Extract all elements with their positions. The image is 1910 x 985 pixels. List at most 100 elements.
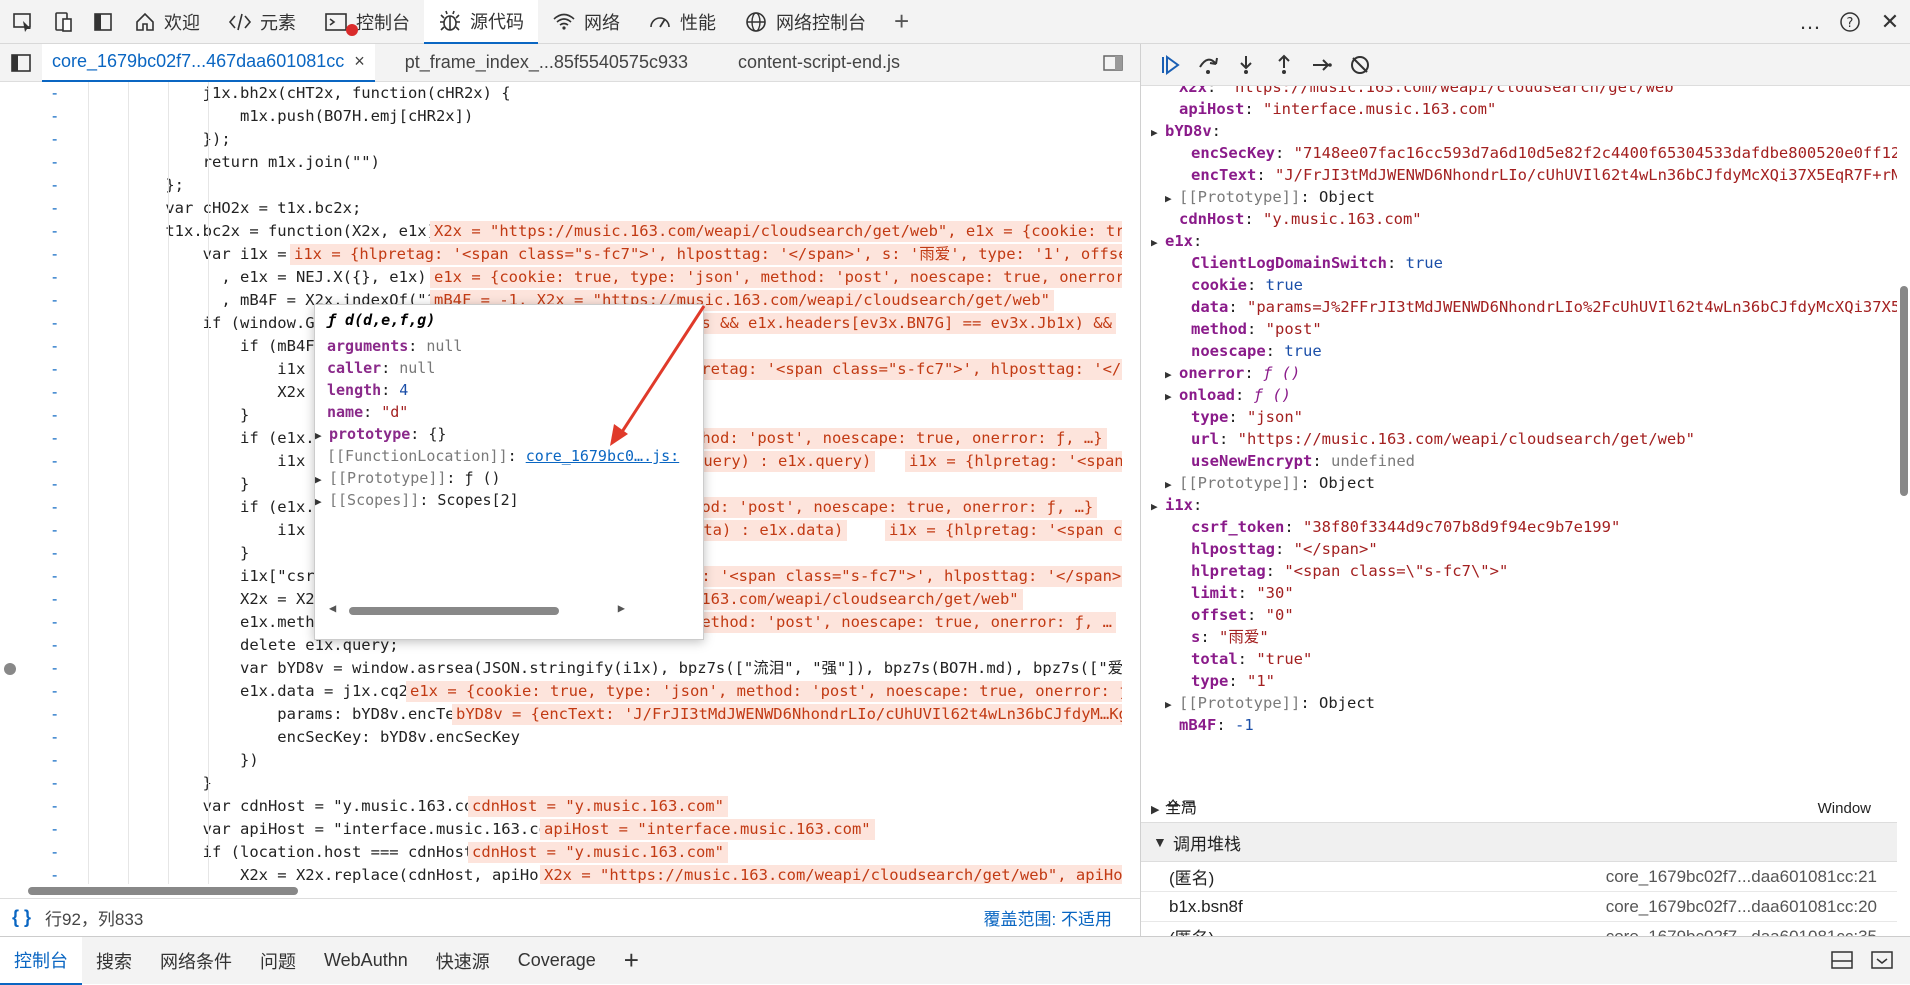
scope-row[interactable]: noescape: true xyxy=(1191,340,1322,362)
line-gutter[interactable]: - xyxy=(50,427,59,450)
scope-row[interactable]: ▶ [[Prototype]]: Object xyxy=(1165,186,1375,208)
expand-icon[interactable]: ▶ xyxy=(1165,188,1179,210)
scope-row[interactable]: hlposttag: "</span>" xyxy=(1191,538,1378,560)
close-icon[interactable]: ✕ xyxy=(1870,2,1910,42)
line-gutter[interactable]: - xyxy=(50,680,59,703)
expand-icon[interactable]: ▶ xyxy=(1165,474,1179,496)
popover-scrollbar[interactable]: ◀ ▶ xyxy=(325,601,695,621)
line-gutter[interactable]: - xyxy=(50,220,59,243)
scope-row[interactable]: encText: "J/FrJI3tMdJWENWD6NhondrLIo/cUh… xyxy=(1191,164,1897,186)
line-gutter[interactable]: - xyxy=(50,335,59,358)
coverage-link[interactable]: 覆盖范围: 不适用 xyxy=(984,905,1112,930)
popover-row[interactable]: ▶ prototype: {} xyxy=(315,423,446,445)
line-gutter[interactable]: - xyxy=(50,611,59,634)
tab-console[interactable]: 控制台 xyxy=(310,0,424,44)
line-gutter[interactable]: - xyxy=(50,795,59,818)
popover-row[interactable]: length: 4 xyxy=(327,379,408,401)
drawer-tab[interactable]: 问题 xyxy=(246,937,310,985)
line-gutter[interactable]: - xyxy=(50,105,59,128)
scope-row[interactable]: url: "https://music.163.com/weapi/clouds… xyxy=(1191,428,1695,450)
drawer-tab[interactable]: 网络条件 xyxy=(146,937,246,985)
line-gutter[interactable]: - xyxy=(50,197,59,220)
scope-row[interactable]: ▶ [[Prototype]]: Object xyxy=(1165,472,1375,494)
step-icon[interactable] xyxy=(1303,46,1341,84)
drawer-tab[interactable]: 快速源 xyxy=(422,937,504,985)
sidebar-scrollbar[interactable] xyxy=(1897,86,1910,936)
vertical-scrollbar[interactable]: ▲ ▼ xyxy=(1122,82,1125,884)
scope-row[interactable]: total: "true" xyxy=(1191,648,1312,670)
popover-row[interactable]: ▶ [[Scopes]]: Scopes[2] xyxy=(315,489,519,511)
deactivate-breakpoints-icon[interactable] xyxy=(1341,46,1379,84)
popover-row[interactable]: arguments: null xyxy=(327,335,462,357)
expand-icon[interactable]: ▶ xyxy=(1151,496,1165,518)
dock-side-icon[interactable] xyxy=(86,5,120,39)
frame-location[interactable]: core_1679bc02f7...daa601081cc:20 xyxy=(1606,897,1877,917)
step-into-icon[interactable] xyxy=(1227,46,1265,84)
scope-row[interactable]: useNewEncrypt: undefined xyxy=(1191,450,1415,472)
scope-row[interactable]: ▶ i1x: xyxy=(1151,494,1212,516)
line-gutter[interactable]: - xyxy=(50,634,59,657)
scope-row[interactable]: s: "雨爱" xyxy=(1191,626,1269,648)
help-icon[interactable]: ? xyxy=(1830,2,1870,42)
line-gutter[interactable]: - xyxy=(50,818,59,841)
dock-icon[interactable] xyxy=(1830,949,1854,976)
device-emulation-icon[interactable] xyxy=(46,5,80,39)
expand-icon[interactable]: ▶ xyxy=(1165,386,1179,408)
line-gutter[interactable]: - xyxy=(50,404,59,427)
scope-row[interactable]: mB4F: -1 xyxy=(1179,714,1254,736)
line-gutter[interactable]: - xyxy=(50,726,59,749)
current-line-marker[interactable] xyxy=(4,663,16,675)
expand-icon[interactable]: ▶ xyxy=(1165,694,1179,716)
scope-row[interactable]: type: "1" xyxy=(1191,670,1275,692)
line-gutter[interactable]: - xyxy=(50,542,59,565)
popover-row[interactable]: name: "d" xyxy=(327,401,408,423)
scope-row[interactable]: offset: "0" xyxy=(1191,604,1294,626)
scope-row[interactable]: cdnHost: "y.music.163.com" xyxy=(1179,208,1422,230)
scope-row[interactable]: csrf_token: "38f80f3344d9c707b8d9f94ec9b… xyxy=(1191,516,1620,538)
scope-row[interactable]: X2x: "https://music.163.com/weapi/clouds… xyxy=(1179,86,1683,98)
scope-row[interactable]: apiHost: "interface.music.163.com" xyxy=(1179,98,1496,120)
step-out-icon[interactable] xyxy=(1265,46,1303,84)
line-gutter[interactable]: - xyxy=(50,473,59,496)
pretty-print-button[interactable]: { } xyxy=(12,907,31,928)
line-gutter[interactable]: - xyxy=(50,381,59,404)
line-gutter[interactable]: - xyxy=(50,519,59,542)
line-gutter[interactable]: - xyxy=(50,749,59,772)
horizontal-scrollbar[interactable] xyxy=(0,884,1125,898)
scope-row[interactable]: ▶ [[Prototype]]: Object xyxy=(1165,692,1375,714)
line-gutter[interactable]: - xyxy=(50,657,59,680)
scope-row[interactable]: limit: "30" xyxy=(1191,582,1294,604)
tab-network[interactable]: 网络 xyxy=(538,0,634,44)
tab-elements[interactable]: 元素 xyxy=(214,0,310,44)
popover-row[interactable]: caller: null xyxy=(327,357,435,379)
call-frame[interactable]: b1x.bsn8f core_1679bc02f7...daa601081cc:2… xyxy=(1141,892,1897,922)
debugger-toggle-icon[interactable] xyxy=(1092,44,1134,82)
drawer-tab[interactable]: WebAuthn xyxy=(310,937,422,985)
inspect-element-icon[interactable] xyxy=(6,5,40,39)
step-over-icon[interactable] xyxy=(1189,46,1227,84)
expand-icon[interactable]: ▶ xyxy=(315,425,329,447)
tab-core-js[interactable]: core_1679bc02f7...467daa601081cc × xyxy=(42,43,375,82)
scope-global[interactable]: ▶ 全局 Window xyxy=(1151,798,1891,820)
close-tab-icon[interactable]: × xyxy=(354,51,365,72)
more-icon[interactable]: … xyxy=(1790,2,1830,42)
navigator-toggle-icon[interactable] xyxy=(0,44,42,82)
scope-row[interactable]: encSecKey: "7148ee07fac16cc593d7a6d10d5e… xyxy=(1191,142,1897,164)
line-gutter[interactable]: - xyxy=(50,128,59,151)
tab-welcome[interactable]: 欢迎 xyxy=(120,0,214,44)
tab-pt-frame-index[interactable]: pt_frame_index_...85f5540575c933 xyxy=(395,44,698,82)
tab-sources[interactable]: 源代码 xyxy=(424,0,538,44)
drawer-tab[interactable]: 控制台 xyxy=(0,936,82,985)
line-gutter[interactable]: - xyxy=(50,289,59,312)
line-gutter[interactable]: - xyxy=(50,496,59,519)
scope-row[interactable]: ▶ bYD8v: xyxy=(1151,120,1230,142)
scope-row[interactable]: ▶ onerror: ƒ () xyxy=(1165,362,1300,384)
tab-network-console[interactable]: 网络控制台 xyxy=(730,0,880,44)
tab-content-script-end[interactable]: content-script-end.js xyxy=(728,44,910,82)
call-stack-header[interactable]: ▼ 调用堆栈 xyxy=(1141,822,1897,862)
line-gutter[interactable]: - xyxy=(50,312,59,335)
scope-tree[interactable]: X2x: "https://music.163.com/weapi/clouds… xyxy=(1141,86,1897,806)
drawer-add-button[interactable]: + xyxy=(610,937,653,985)
collapse-drawer-icon[interactable] xyxy=(1870,949,1894,976)
line-gutter[interactable]: - xyxy=(50,450,59,473)
